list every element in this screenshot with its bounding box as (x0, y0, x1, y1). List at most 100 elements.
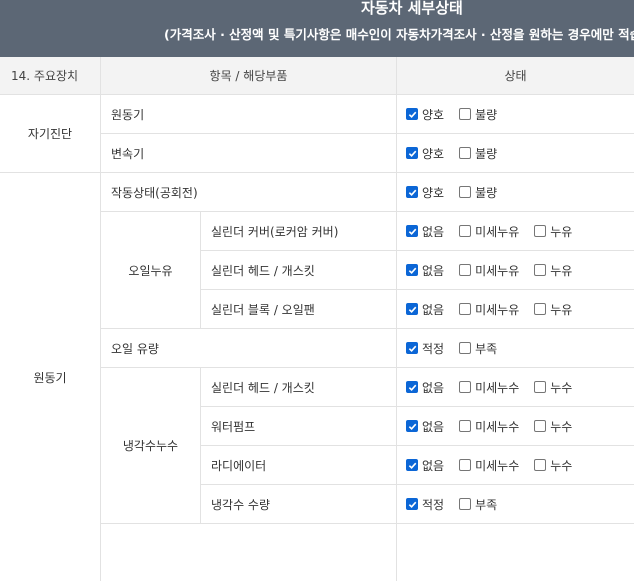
status-option-label: 없음 (422, 458, 445, 473)
status-option[interactable]: 양호 (406, 145, 444, 162)
status-option[interactable]: 누수 (534, 457, 572, 474)
item-label: 변속기 (101, 134, 397, 173)
status-option-label: 부족 (475, 497, 498, 512)
status-option[interactable]: 양호 (406, 106, 444, 123)
checkbox-icon[interactable] (406, 420, 418, 432)
checkbox-icon[interactable] (534, 381, 547, 393)
empty-cell (101, 524, 397, 581)
status-cell: 양호 불량 (397, 173, 634, 212)
status-cell: 적정 부족 (397, 329, 634, 368)
checkbox-icon[interactable] (459, 225, 472, 237)
status-option[interactable]: 없음 (406, 379, 444, 396)
status-option[interactable]: 미세누유 (459, 301, 519, 318)
status-option-label: 미세누수 (475, 419, 520, 434)
item-label: 오일 유량 (101, 329, 397, 368)
status-option[interactable]: 없음 (406, 418, 444, 435)
checkbox-icon[interactable] (534, 303, 547, 315)
checkbox-icon[interactable] (406, 108, 418, 120)
status-option-label: 미세누수 (475, 380, 520, 395)
status-option[interactable]: 미세누수 (459, 457, 519, 474)
checkbox-icon[interactable] (459, 420, 472, 432)
status-option[interactable]: 불량 (459, 184, 497, 201)
checkbox-icon[interactable] (406, 303, 418, 315)
status-option-label: 불량 (475, 107, 498, 122)
status-option[interactable]: 없음 (406, 301, 444, 318)
status-table: 14. 주요장치 항목 / 해당부품 상태 자기진단 원동기 오일누유 냉각수누… (0, 57, 634, 581)
checkbox-icon[interactable] (534, 420, 547, 432)
status-option[interactable]: 적정 (406, 496, 444, 513)
status-option-label: 불량 (475, 146, 498, 161)
status-cell: 양호 불량 (397, 134, 634, 173)
status-option[interactable]: 미세누수 (459, 379, 519, 396)
status-option[interactable]: 미세누유 (459, 223, 519, 240)
status-option-label: 없음 (422, 263, 445, 278)
checkbox-icon[interactable] (406, 342, 418, 354)
status-option[interactable]: 불량 (459, 106, 497, 123)
checkbox-icon[interactable] (459, 303, 472, 315)
checkbox-icon[interactable] (406, 186, 418, 198)
status-option[interactable]: 양호 (406, 184, 444, 201)
status-cell: 없음 미세누유 누유 (397, 290, 634, 329)
item-label: 실린더 커버(로커암 커버) (201, 212, 397, 251)
status-option-label: 적정 (422, 497, 445, 512)
status-option[interactable]: 적정 (406, 340, 444, 357)
status-option-label: 누유 (550, 263, 573, 278)
status-cell: 없음 미세누수 누수 (397, 407, 634, 446)
checkbox-icon[interactable] (406, 264, 418, 276)
status-option-label: 불량 (475, 185, 498, 200)
checkbox-icon[interactable] (534, 225, 547, 237)
status-option[interactable]: 누유 (534, 223, 572, 240)
category-self-diagnosis: 자기진단 (0, 95, 101, 173)
item-label: 냉각수 수량 (201, 485, 397, 524)
checkbox-icon[interactable] (406, 498, 418, 510)
checkbox-icon[interactable] (534, 459, 547, 471)
status-option[interactable]: 미세누수 (459, 418, 519, 435)
status-cell: 양호 불량 (397, 95, 634, 134)
checkbox-icon[interactable] (459, 147, 472, 159)
status-option[interactable]: 없음 (406, 262, 444, 279)
checkbox-icon[interactable] (406, 225, 418, 237)
status-option-label: 없음 (422, 302, 445, 317)
status-option-label: 누수 (550, 380, 573, 395)
section-header: 자동차 세부상태 (가격조사 · 산정액 및 특기사항은 매수인이 자동차가격조… (0, 0, 634, 57)
checkbox-icon[interactable] (459, 498, 472, 510)
status-option[interactable]: 누유 (534, 262, 572, 279)
checkbox-icon[interactable] (459, 264, 472, 276)
item-label: 작동상태(공회전) (101, 173, 397, 212)
checkbox-icon[interactable] (406, 147, 418, 159)
status-option-label: 양호 (422, 146, 445, 161)
checkbox-icon[interactable] (459, 459, 472, 471)
checkbox-icon[interactable] (406, 381, 418, 393)
status-option[interactable]: 누유 (534, 301, 572, 318)
status-cell: 없음 미세누유 누유 (397, 251, 634, 290)
checkbox-icon[interactable] (459, 381, 472, 393)
checkbox-icon[interactable] (459, 186, 472, 198)
status-option-label: 적정 (422, 341, 445, 356)
col-header-item: 항목 / 해당부품 (101, 57, 397, 95)
status-cell: 적정 부족 (397, 485, 634, 524)
status-cell: 없음 미세누유 누유 (397, 212, 634, 251)
status-option-label: 부족 (475, 341, 498, 356)
status-option[interactable]: 미세누유 (459, 262, 519, 279)
status-option[interactable]: 없음 (406, 457, 444, 474)
status-option[interactable]: 불량 (459, 145, 497, 162)
status-option-label: 미세누유 (475, 224, 520, 239)
status-option-label: 누유 (550, 302, 573, 317)
checkbox-icon[interactable] (534, 264, 547, 276)
status-option[interactable]: 누수 (534, 418, 572, 435)
checkbox-icon[interactable] (406, 459, 418, 471)
checkbox-icon[interactable] (459, 108, 472, 120)
status-option[interactable]: 부족 (459, 496, 497, 513)
status-option[interactable]: 없음 (406, 223, 444, 240)
item-label: 실린더 헤드 / 개스킷 (201, 251, 397, 290)
status-option-label: 없음 (422, 419, 445, 434)
subgroup-coolant-leak: 냉각수누수 (101, 368, 201, 524)
status-option-label: 없음 (422, 224, 445, 239)
status-option[interactable]: 부족 (459, 340, 497, 357)
status-option-label: 미세누수 (475, 458, 520, 473)
status-option-label: 누유 (550, 224, 573, 239)
status-option[interactable]: 누수 (534, 379, 572, 396)
col-header-status: 상태 (397, 57, 634, 95)
item-label: 실린더 헤드 / 개스킷 (201, 368, 397, 407)
checkbox-icon[interactable] (459, 342, 472, 354)
